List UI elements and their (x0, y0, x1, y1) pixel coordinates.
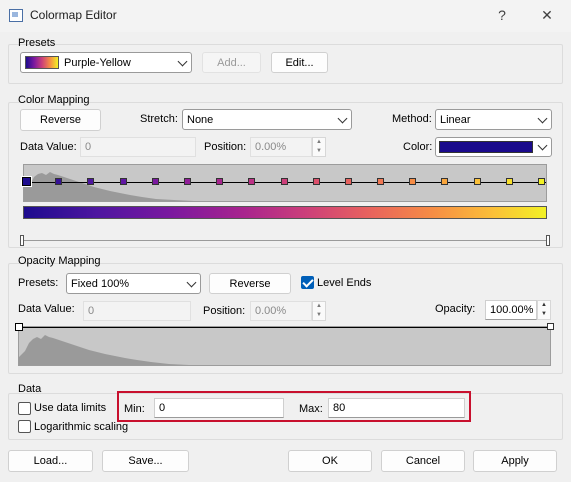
color-position-label: Position: (204, 141, 247, 153)
opacity-position-input[interactable]: 0.00% (250, 301, 312, 321)
color-node[interactable] (216, 178, 223, 185)
preset-gradient-swatch (25, 56, 59, 69)
max-input[interactable]: 80 (328, 398, 465, 418)
color-node[interactable] (87, 178, 94, 185)
color-data-value-label: Data Value: (20, 141, 77, 153)
method-select[interactable]: Linear (435, 109, 552, 130)
opacity-reverse-button[interactable]: Reverse (209, 273, 291, 294)
close-button[interactable]: ✕ (537, 6, 557, 24)
color-reverse-button[interactable]: Reverse (20, 109, 101, 131)
opacity-node-start[interactable] (15, 323, 23, 331)
preset-select[interactable]: Purple-Yellow (20, 52, 192, 73)
level-ends-label: Level Ends (317, 277, 372, 289)
spin-down-icon[interactable]: ▼ (313, 311, 325, 320)
spin-up-icon[interactable]: ▲ (313, 302, 325, 311)
opacity-label: Opacity: (435, 303, 476, 315)
spin-down-icon[interactable]: ▼ (538, 310, 550, 319)
edit-preset-button[interactable]: Edit... (271, 52, 328, 73)
stretch-label: Stretch: (140, 113, 178, 125)
color-picker[interactable] (435, 137, 552, 157)
min-label: Min: (124, 403, 145, 415)
spin-up-icon[interactable]: ▲ (313, 138, 325, 147)
chevron-down-icon (186, 277, 197, 287)
cancel-button[interactable]: Cancel (381, 450, 465, 472)
chevron-down-icon (537, 113, 548, 123)
range-slider-right-handle[interactable] (546, 235, 550, 246)
color-node[interactable] (538, 178, 545, 185)
window-title: Colormap Editor (30, 8, 117, 22)
color-node[interactable] (184, 178, 191, 185)
color-label: Color: (403, 141, 433, 153)
opacity-presets-value: Fixed 100% (71, 277, 130, 290)
color-node[interactable] (281, 178, 288, 185)
opacity-mapping-group-title: Opacity Mapping (18, 255, 101, 267)
add-preset-button[interactable]: Add... (202, 52, 261, 73)
color-node[interactable] (474, 178, 481, 185)
color-data-value-input[interactable]: 0 (80, 137, 196, 157)
opacity-node-end[interactable] (547, 323, 554, 330)
color-node[interactable] (506, 178, 513, 185)
color-node[interactable] (55, 178, 62, 185)
stretch-select-value: None (187, 113, 214, 126)
spin-down-icon[interactable]: ▼ (313, 147, 325, 156)
preset-select-value: Purple-Yellow (64, 56, 131, 69)
method-label: Method: (392, 113, 432, 125)
opacity-histogram[interactable] (18, 326, 551, 366)
range-slider-track[interactable] (23, 240, 549, 241)
chevron-down-icon (537, 140, 548, 151)
colormap-gradient-bar (23, 206, 547, 219)
color-swatch (439, 141, 533, 153)
color-node[interactable] (377, 178, 384, 185)
range-slider-left-handle[interactable] (20, 235, 24, 246)
color-node[interactable] (152, 178, 159, 185)
color-node-layer (21, 164, 547, 202)
app-icon (9, 9, 23, 22)
load-button[interactable]: Load... (8, 450, 93, 472)
log-scaling-checkbox[interactable] (18, 420, 31, 433)
apply-button[interactable]: Apply (473, 450, 557, 472)
log-scaling-label: Logarithmic scaling (34, 421, 129, 433)
color-node[interactable] (21, 176, 32, 187)
opacity-position-label: Position: (203, 305, 246, 317)
spin-up-icon[interactable]: ▲ (538, 301, 550, 310)
method-select-value: Linear (440, 113, 471, 126)
level-ends-checkbox[interactable] (301, 276, 314, 289)
min-input[interactable]: 0 (154, 398, 284, 418)
chevron-down-icon (177, 56, 188, 66)
help-button[interactable]: ? (492, 6, 512, 24)
color-node[interactable] (248, 178, 255, 185)
color-node[interactable] (345, 178, 352, 185)
use-data-limits-label: Use data limits (34, 402, 107, 414)
save-button[interactable]: Save... (102, 450, 189, 472)
color-node[interactable] (409, 178, 416, 185)
opacity-input[interactable]: 100.00% (485, 300, 537, 320)
color-mapping-group-title: Color Mapping (18, 94, 90, 106)
opacity-presets-label: Presets: (18, 277, 59, 289)
use-data-limits-checkbox[interactable] (18, 402, 31, 415)
color-node[interactable] (313, 178, 320, 185)
opacity-spinner[interactable]: ▲ ▼ (537, 300, 551, 320)
ok-button[interactable]: OK (288, 450, 372, 472)
opacity-presets-select[interactable]: Fixed 100% (66, 273, 201, 294)
opacity-data-value-label: Data Value: (18, 303, 75, 315)
color-position-input[interactable]: 0.00% (250, 137, 312, 157)
presets-group-title: Presets (18, 37, 56, 49)
opacity-data-value-input[interactable]: 0 (83, 301, 191, 321)
opacity-position-spinner[interactable]: ▲ ▼ (312, 301, 326, 321)
color-node[interactable] (441, 178, 448, 185)
opacity-histogram-bars (19, 335, 189, 365)
color-position-spinner[interactable]: ▲ ▼ (312, 137, 326, 157)
opacity-line (19, 327, 550, 328)
max-label: Max: (299, 403, 323, 415)
chevron-down-icon (337, 113, 348, 123)
data-group-title: Data (18, 383, 42, 395)
stretch-select[interactable]: None (182, 109, 352, 130)
color-node[interactable] (120, 178, 127, 185)
